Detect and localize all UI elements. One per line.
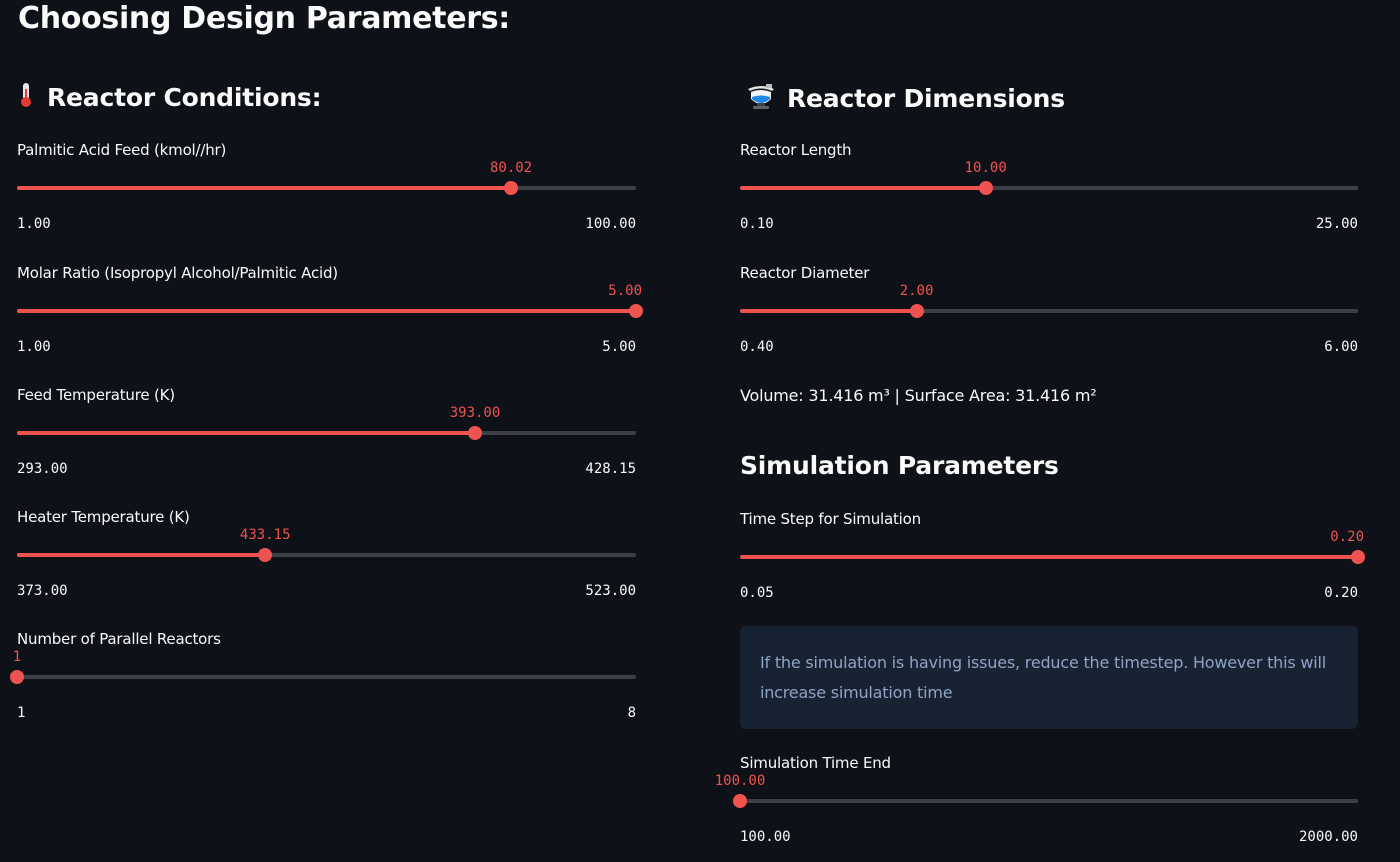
slider-value: 2.00 — [899, 283, 934, 299]
slider-track-area[interactable]: 433.15 — [17, 527, 636, 567]
simulation-parameters-heading: Simulation Parameters — [740, 451, 1059, 480]
slider-fill — [17, 309, 636, 313]
slider-label: Feed Temperature (K) — [17, 386, 175, 404]
slider-value: 5.00 — [608, 283, 642, 299]
slider-parallel-reactors[interactable]: Number of Parallel Reactors 1 1 8 — [10, 629, 636, 729]
slider-value: 10.00 — [964, 160, 1007, 176]
slider-label: Reactor Diameter — [740, 264, 870, 282]
slider-track[interactable] — [740, 799, 1358, 803]
slider-min-label: 0.40 — [740, 339, 774, 355]
reactor-dimensions-heading: Reactor Dimensions — [745, 81, 1065, 119]
slider-track[interactable] — [17, 675, 636, 679]
volume-surface-summary: Volume: 31.416 m³ | Surface Area: 31.416… — [740, 386, 1097, 405]
slider-track-area[interactable]: 0.20 — [740, 529, 1365, 569]
reactor-conditions-title: Reactor Conditions: — [47, 83, 322, 112]
slider-min-label: 0.05 — [740, 585, 774, 601]
slider-label: Heater Temperature (K) — [17, 508, 190, 526]
thermometer-icon — [15, 81, 37, 117]
slider-max-label: 8 — [627, 705, 636, 721]
slider-min-label: 1 — [17, 705, 26, 721]
slider-thumb[interactable] — [909, 304, 924, 318]
slider-min-label: 1.00 — [17, 339, 51, 355]
slider-track-area[interactable]: 1 — [10, 649, 636, 689]
slider-label: Number of Parallel Reactors — [17, 630, 221, 648]
slider-min-label: 293.00 — [17, 461, 68, 477]
slider-reactor-length[interactable]: Reactor Length 10.00 0.10 25.00 — [740, 140, 1358, 240]
slider-thumb[interactable] — [1351, 550, 1365, 564]
slider-thumb[interactable] — [978, 181, 993, 195]
slider-max-label: 428.15 — [585, 461, 636, 477]
slider-track-area[interactable]: 100.00 — [715, 773, 1358, 813]
slider-track-area[interactable]: 10.00 — [740, 160, 1358, 200]
timestep-info-alert: If the simulation is having issues, redu… — [740, 626, 1358, 729]
slider-thumb[interactable] — [629, 304, 643, 318]
slider-label: Reactor Length — [740, 141, 852, 159]
slider-max-label: 100.00 — [585, 216, 636, 232]
slider-thumb[interactable] — [468, 426, 482, 440]
slider-palmitic-acid-feed[interactable]: Palmitic Acid Feed (kmol//hr) 80.02 1.00… — [17, 140, 636, 240]
slider-track-area[interactable]: 5.00 — [17, 283, 643, 323]
slider-max-label: 0.20 — [1324, 585, 1358, 601]
reactor-dimensions-title: Reactor Dimensions — [787, 84, 1065, 113]
slider-value: 80.02 — [489, 160, 533, 176]
slider-fill — [17, 431, 475, 435]
page-title: Choosing Design Parameters: — [18, 1, 510, 36]
slider-fill — [17, 186, 512, 190]
slider-label: Palmitic Acid Feed (kmol//hr) — [17, 141, 227, 159]
slider-max-label: 25.00 — [1315, 216, 1358, 232]
slider-track-area[interactable]: 2.00 — [740, 283, 1358, 323]
slider-min-label: 373.00 — [17, 583, 68, 599]
slider-track-area[interactable]: 80.02 — [17, 160, 636, 200]
slider-heater-temperature[interactable]: Heater Temperature (K) 433.15 373.00 523… — [17, 507, 636, 607]
slider-label: Time Step for Simulation — [740, 510, 921, 528]
slider-thumb[interactable] — [258, 548, 273, 562]
slider-fill — [740, 309, 917, 313]
slider-time-step[interactable]: Time Step for Simulation 0.20 0.05 0.20 — [740, 509, 1365, 609]
slider-min-label: 100.00 — [740, 829, 791, 845]
slider-value: 100.00 — [714, 773, 766, 789]
slider-thumb[interactable] — [733, 794, 747, 808]
slider-min-label: 1.00 — [17, 216, 51, 232]
slider-max-label: 5.00 — [602, 339, 636, 355]
slider-thumb[interactable] — [10, 670, 24, 684]
slider-value: 1 — [12, 649, 22, 665]
slider-value: 433.15 — [239, 527, 291, 543]
slider-value: 393.00 — [449, 405, 501, 421]
slider-fill — [740, 186, 986, 190]
slider-max-label: 2000.00 — [1298, 829, 1358, 845]
slider-reactor-diameter[interactable]: Reactor Diameter 2.00 0.40 6.00 — [740, 263, 1358, 363]
slider-molar-ratio[interactable]: Molar Ratio (Isopropyl Alcohol/Palmitic … — [17, 263, 643, 363]
reactor-conditions-heading: Reactor Conditions: — [15, 81, 322, 117]
slider-track-area[interactable]: 393.00 — [17, 405, 636, 445]
slider-min-label: 0.10 — [740, 216, 774, 232]
slider-simulation-time-end[interactable]: Simulation Time End 100.00 100.00 2000.0… — [715, 753, 1358, 853]
slider-label: Molar Ratio (Isopropyl Alcohol/Palmitic … — [17, 264, 338, 282]
slider-max-label: 523.00 — [585, 583, 636, 599]
slider-label: Simulation Time End — [740, 754, 891, 772]
slider-thumb[interactable] — [504, 181, 519, 195]
slider-value: 0.20 — [1330, 529, 1364, 545]
slider-feed-temperature[interactable]: Feed Temperature (K) 393.00 293.00 428.1… — [17, 385, 636, 485]
reactor-vessel-icon — [745, 81, 777, 119]
slider-fill — [17, 553, 266, 557]
slider-fill — [740, 555, 1358, 559]
slider-max-label: 6.00 — [1324, 339, 1358, 355]
